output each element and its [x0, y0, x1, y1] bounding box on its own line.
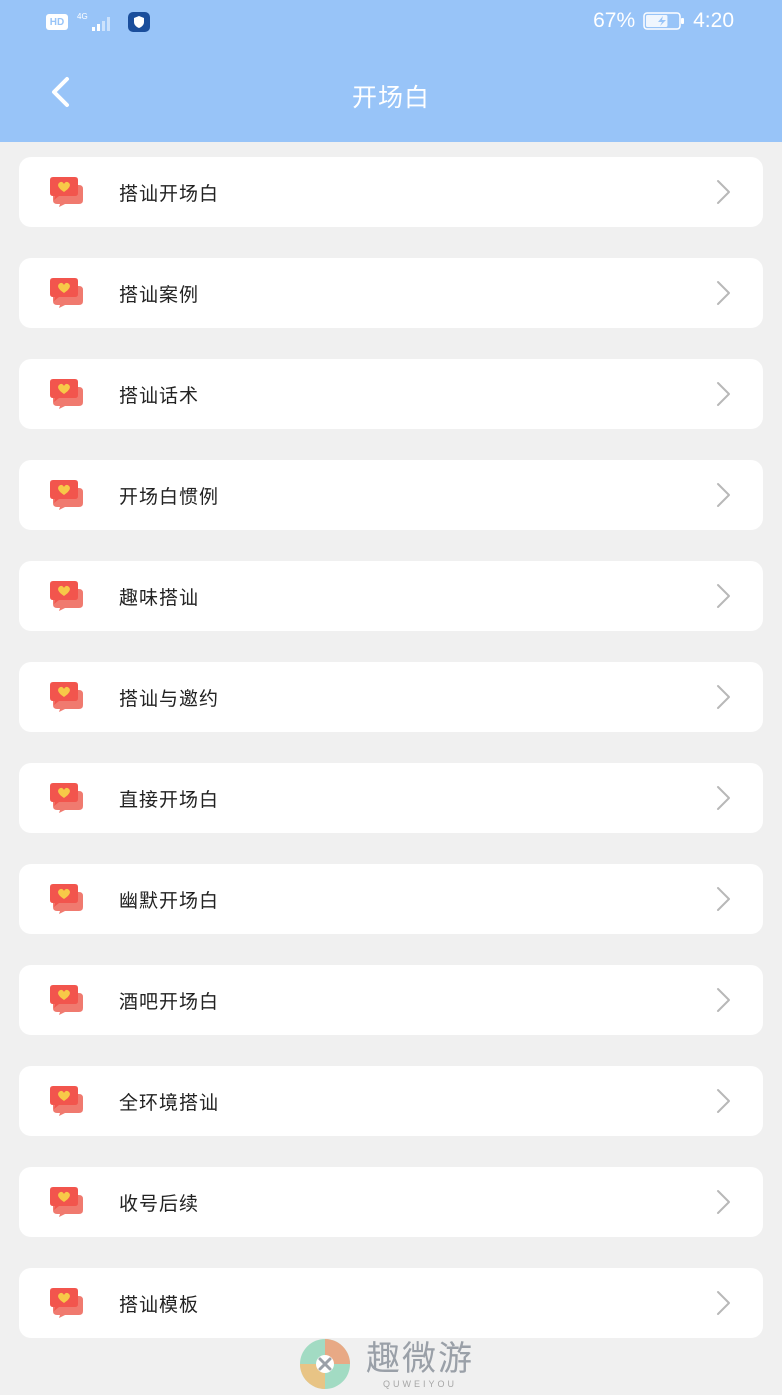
- battery-percent: 67%: [593, 9, 636, 32]
- watermark: 趣微游 QUWEIYOU: [298, 1336, 498, 1392]
- battery-icon: [643, 12, 685, 30]
- app-header: HD 4G 67% 4:20 开场白: [0, 0, 782, 142]
- chevron-right-icon: [717, 584, 730, 608]
- status-bar: HD 4G 67% 4:20: [0, 0, 782, 44]
- list-item-label: 开场白惯例: [119, 486, 220, 508]
- watermark-subtitle: QUWEIYOU: [382, 1379, 457, 1389]
- list-item-9[interactable]: 酒吧开场白: [19, 965, 763, 1035]
- list-item-8[interactable]: 幽默开场白: [19, 864, 763, 934]
- list-item-4[interactable]: 开场白惯例: [19, 460, 763, 530]
- list-item-1[interactable]: 搭讪开场白: [19, 157, 763, 227]
- list-item-label: 直接开场白: [119, 789, 220, 811]
- chevron-right-icon: [717, 1291, 730, 1315]
- watermark-title: 趣微游: [366, 1339, 474, 1379]
- hd-badge: HD: [46, 14, 68, 30]
- list-item-label: 搭讪模板: [119, 1294, 200, 1316]
- chat-heart-icon: [50, 177, 83, 207]
- list-item-label: 搭讪话术: [119, 385, 200, 407]
- list-item-7[interactable]: 直接开场白: [19, 763, 763, 833]
- chat-heart-icon: [50, 884, 83, 914]
- list-item-2[interactable]: 搭讪案例: [19, 258, 763, 328]
- list-item-6[interactable]: 搭讪与邀约: [19, 662, 763, 732]
- chat-heart-icon: [50, 783, 83, 813]
- list-item-label: 搭讪开场白: [119, 183, 220, 205]
- chat-heart-icon: [50, 1187, 83, 1217]
- shield-icon: [128, 12, 150, 32]
- list-item-11[interactable]: 收号后续: [19, 1167, 763, 1237]
- nav-bar: 开场白: [0, 56, 782, 132]
- chevron-right-icon: [717, 483, 730, 507]
- page-title: 开场白: [351, 83, 430, 112]
- status-bar-left: HD 4G: [46, 11, 150, 33]
- chevron-right-icon: [717, 1190, 730, 1214]
- chevron-right-icon: [717, 887, 730, 911]
- chevron-right-icon: [717, 685, 730, 709]
- watermark-text: 趣微游 QUWEIYOU: [366, 1339, 474, 1389]
- status-bar-right: 67% 4:20: [593, 9, 734, 33]
- list-item-3[interactable]: 搭讪话术: [19, 359, 763, 429]
- chevron-right-icon: [717, 281, 730, 305]
- list-item-label: 搭讪案例: [119, 284, 200, 306]
- list-item-label: 搭讪与邀约: [119, 688, 220, 710]
- list-item-label: 收号后续: [119, 1193, 200, 1215]
- chevron-right-icon: [717, 1089, 730, 1113]
- chat-heart-icon: [50, 1288, 83, 1318]
- list-item-10[interactable]: 全环境搭讪: [19, 1066, 763, 1136]
- chat-heart-icon: [50, 1086, 83, 1116]
- chat-heart-icon: [50, 480, 83, 510]
- network-label: 4G: [77, 12, 88, 21]
- list-item-5[interactable]: 趣味搭讪: [19, 561, 763, 631]
- signal-icon: 4G: [77, 12, 110, 31]
- category-list: 搭讪开场白 搭讪案例 搭讪话术 开场白惯例 趣味搭讪 搭讪与邀约 直接开场白 幽…: [19, 157, 763, 1369]
- list-item-label: 幽默开场白: [119, 890, 220, 912]
- list-item-label: 酒吧开场白: [119, 991, 220, 1013]
- chat-heart-icon: [50, 682, 83, 712]
- chevron-right-icon: [717, 786, 730, 810]
- chat-heart-icon: [50, 581, 83, 611]
- quweiyou-logo-icon: [300, 1339, 350, 1389]
- list-item-label: 全环境搭讪: [119, 1092, 220, 1114]
- chat-heart-icon: [50, 379, 83, 409]
- chat-heart-icon: [50, 278, 83, 308]
- list-item-label: 趣味搭讪: [119, 587, 200, 609]
- list-item-12[interactable]: 搭讪模板: [19, 1268, 763, 1338]
- chat-heart-icon: [50, 985, 83, 1015]
- clock: 4:20: [693, 9, 734, 32]
- chevron-right-icon: [717, 382, 730, 406]
- chevron-right-icon: [717, 180, 730, 204]
- chevron-right-icon: [717, 988, 730, 1012]
